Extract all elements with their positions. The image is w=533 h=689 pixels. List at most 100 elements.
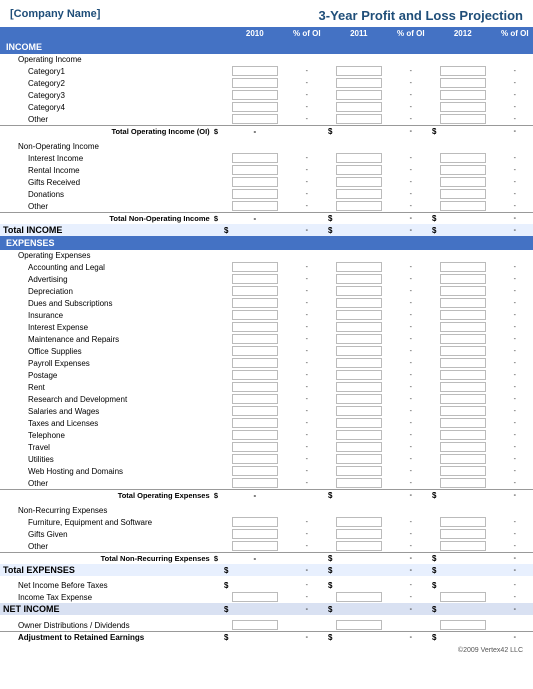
other-noi-2010-input[interactable] (232, 201, 278, 211)
taxes-2010-input[interactable] (232, 418, 278, 428)
interest-exp-2012-input[interactable] (440, 322, 486, 332)
postage-2012-input[interactable] (440, 370, 486, 380)
research-2012-input[interactable] (440, 394, 486, 404)
interest-exp-2010-input[interactable] (232, 322, 278, 332)
other-noi-2011-input[interactable] (336, 201, 382, 211)
cat2-2010-input[interactable] (232, 78, 278, 88)
telephone-2010-input[interactable] (232, 430, 278, 440)
accounting-2010-input[interactable] (232, 262, 278, 272)
travel-2012-input[interactable] (440, 442, 486, 452)
utilities-2010-input[interactable] (232, 454, 278, 464)
travel-2010-input[interactable] (232, 442, 278, 452)
web-2012-input[interactable] (440, 466, 486, 476)
tax-2012-input[interactable] (440, 592, 486, 602)
interest-2011-input[interactable] (336, 153, 382, 163)
taxes-2011-input[interactable] (336, 418, 382, 428)
rent-2011-input[interactable] (336, 382, 382, 392)
other-nr-2011-input[interactable] (336, 541, 382, 551)
accounting-2012-input[interactable] (440, 262, 486, 272)
donations-2010-input[interactable] (232, 189, 278, 199)
other-oe-2011-input[interactable] (336, 478, 382, 488)
rental-2012-input[interactable] (440, 165, 486, 175)
cat3-2010-input[interactable] (232, 90, 278, 100)
dues-2012-input[interactable] (440, 298, 486, 308)
postage-2011-input[interactable] (336, 370, 382, 380)
other-nr-2012-input[interactable] (440, 541, 486, 551)
salaries-2010-input[interactable] (232, 406, 278, 416)
interest-2010-input[interactable] (232, 153, 278, 163)
other-oi-2011-input[interactable] (336, 114, 382, 124)
dist-2012-input[interactable] (440, 620, 486, 630)
cat3-2011-input[interactable] (336, 90, 382, 100)
maintenance-2010-input[interactable] (232, 334, 278, 344)
gifts-given-2012-input[interactable] (440, 529, 486, 539)
telephone-2011-input[interactable] (336, 430, 382, 440)
advertising-2012-input[interactable] (440, 274, 486, 284)
maintenance-2011-input[interactable] (336, 334, 382, 344)
furniture-2010-input[interactable] (232, 517, 278, 527)
depreciation-2012-input[interactable] (440, 286, 486, 296)
other-oi-2010-input[interactable] (232, 114, 278, 124)
dues-2011-input[interactable] (336, 298, 382, 308)
cat1-2011-input[interactable] (336, 66, 382, 76)
other-nr-2010-input[interactable] (232, 541, 278, 551)
salaries-2012-input[interactable] (440, 406, 486, 416)
cat4-2011-input[interactable] (336, 102, 382, 112)
advertising-2010-input[interactable] (232, 274, 278, 284)
other-oe-2012-input[interactable] (440, 478, 486, 488)
insurance-2010-input[interactable] (232, 310, 278, 320)
utilities-2011-input[interactable] (336, 454, 382, 464)
utilities-2012-input[interactable] (440, 454, 486, 464)
cat2-2011-input[interactable] (336, 78, 382, 88)
dues-2010-input[interactable] (232, 298, 278, 308)
research-2011-input[interactable] (336, 394, 382, 404)
interest-exp-2011-input[interactable] (336, 322, 382, 332)
payroll-2011-input[interactable] (336, 358, 382, 368)
donations-2012-input[interactable] (440, 189, 486, 199)
donations-2011-input[interactable] (336, 189, 382, 199)
insurance-2011-input[interactable] (336, 310, 382, 320)
cat4-2010-input[interactable] (232, 102, 278, 112)
dist-2010-input[interactable] (232, 620, 278, 630)
rental-2011-input[interactable] (336, 165, 382, 175)
advertising-2011-input[interactable] (336, 274, 382, 284)
other-oe-2010-input[interactable] (232, 478, 278, 488)
rent-2012-input[interactable] (440, 382, 486, 392)
cat1-2010-input[interactable] (232, 66, 278, 76)
taxes-2012-input[interactable] (440, 418, 486, 428)
cat3-2012-input[interactable] (440, 90, 486, 100)
office-2012-input[interactable] (440, 346, 486, 356)
telephone-2012-input[interactable] (440, 430, 486, 440)
payroll-2012-input[interactable] (440, 358, 486, 368)
gifts-rec-2010-input[interactable] (232, 177, 278, 187)
other-noi-2012-input[interactable] (440, 201, 486, 211)
payroll-2010-input[interactable] (232, 358, 278, 368)
depreciation-2010-input[interactable] (232, 286, 278, 296)
tax-2011-input[interactable] (336, 592, 382, 602)
cat1-2012-input[interactable] (440, 66, 486, 76)
gifts-rec-2011-input[interactable] (336, 177, 382, 187)
depreciation-2011-input[interactable] (336, 286, 382, 296)
furniture-2011-input[interactable] (336, 517, 382, 527)
cat4-2012-input[interactable] (440, 102, 486, 112)
gifts-rec-2012-input[interactable] (440, 177, 486, 187)
office-2010-input[interactable] (232, 346, 278, 356)
interest-2012-input[interactable] (440, 153, 486, 163)
rental-2010-input[interactable] (232, 165, 278, 175)
tax-2010-input[interactable] (232, 592, 278, 602)
web-2011-input[interactable] (336, 466, 382, 476)
gifts-given-2011-input[interactable] (336, 529, 382, 539)
research-2010-input[interactable] (232, 394, 278, 404)
salaries-2011-input[interactable] (336, 406, 382, 416)
maintenance-2012-input[interactable] (440, 334, 486, 344)
postage-2010-input[interactable] (232, 370, 278, 380)
accounting-2011-input[interactable] (336, 262, 382, 272)
other-oi-2012-input[interactable] (440, 114, 486, 124)
office-2011-input[interactable] (336, 346, 382, 356)
furniture-2012-input[interactable] (440, 517, 486, 527)
cat2-2012-input[interactable] (440, 78, 486, 88)
dist-2011-input[interactable] (336, 620, 382, 630)
gifts-given-2010-input[interactable] (232, 529, 278, 539)
insurance-2012-input[interactable] (440, 310, 486, 320)
rent-2010-input[interactable] (232, 382, 278, 392)
